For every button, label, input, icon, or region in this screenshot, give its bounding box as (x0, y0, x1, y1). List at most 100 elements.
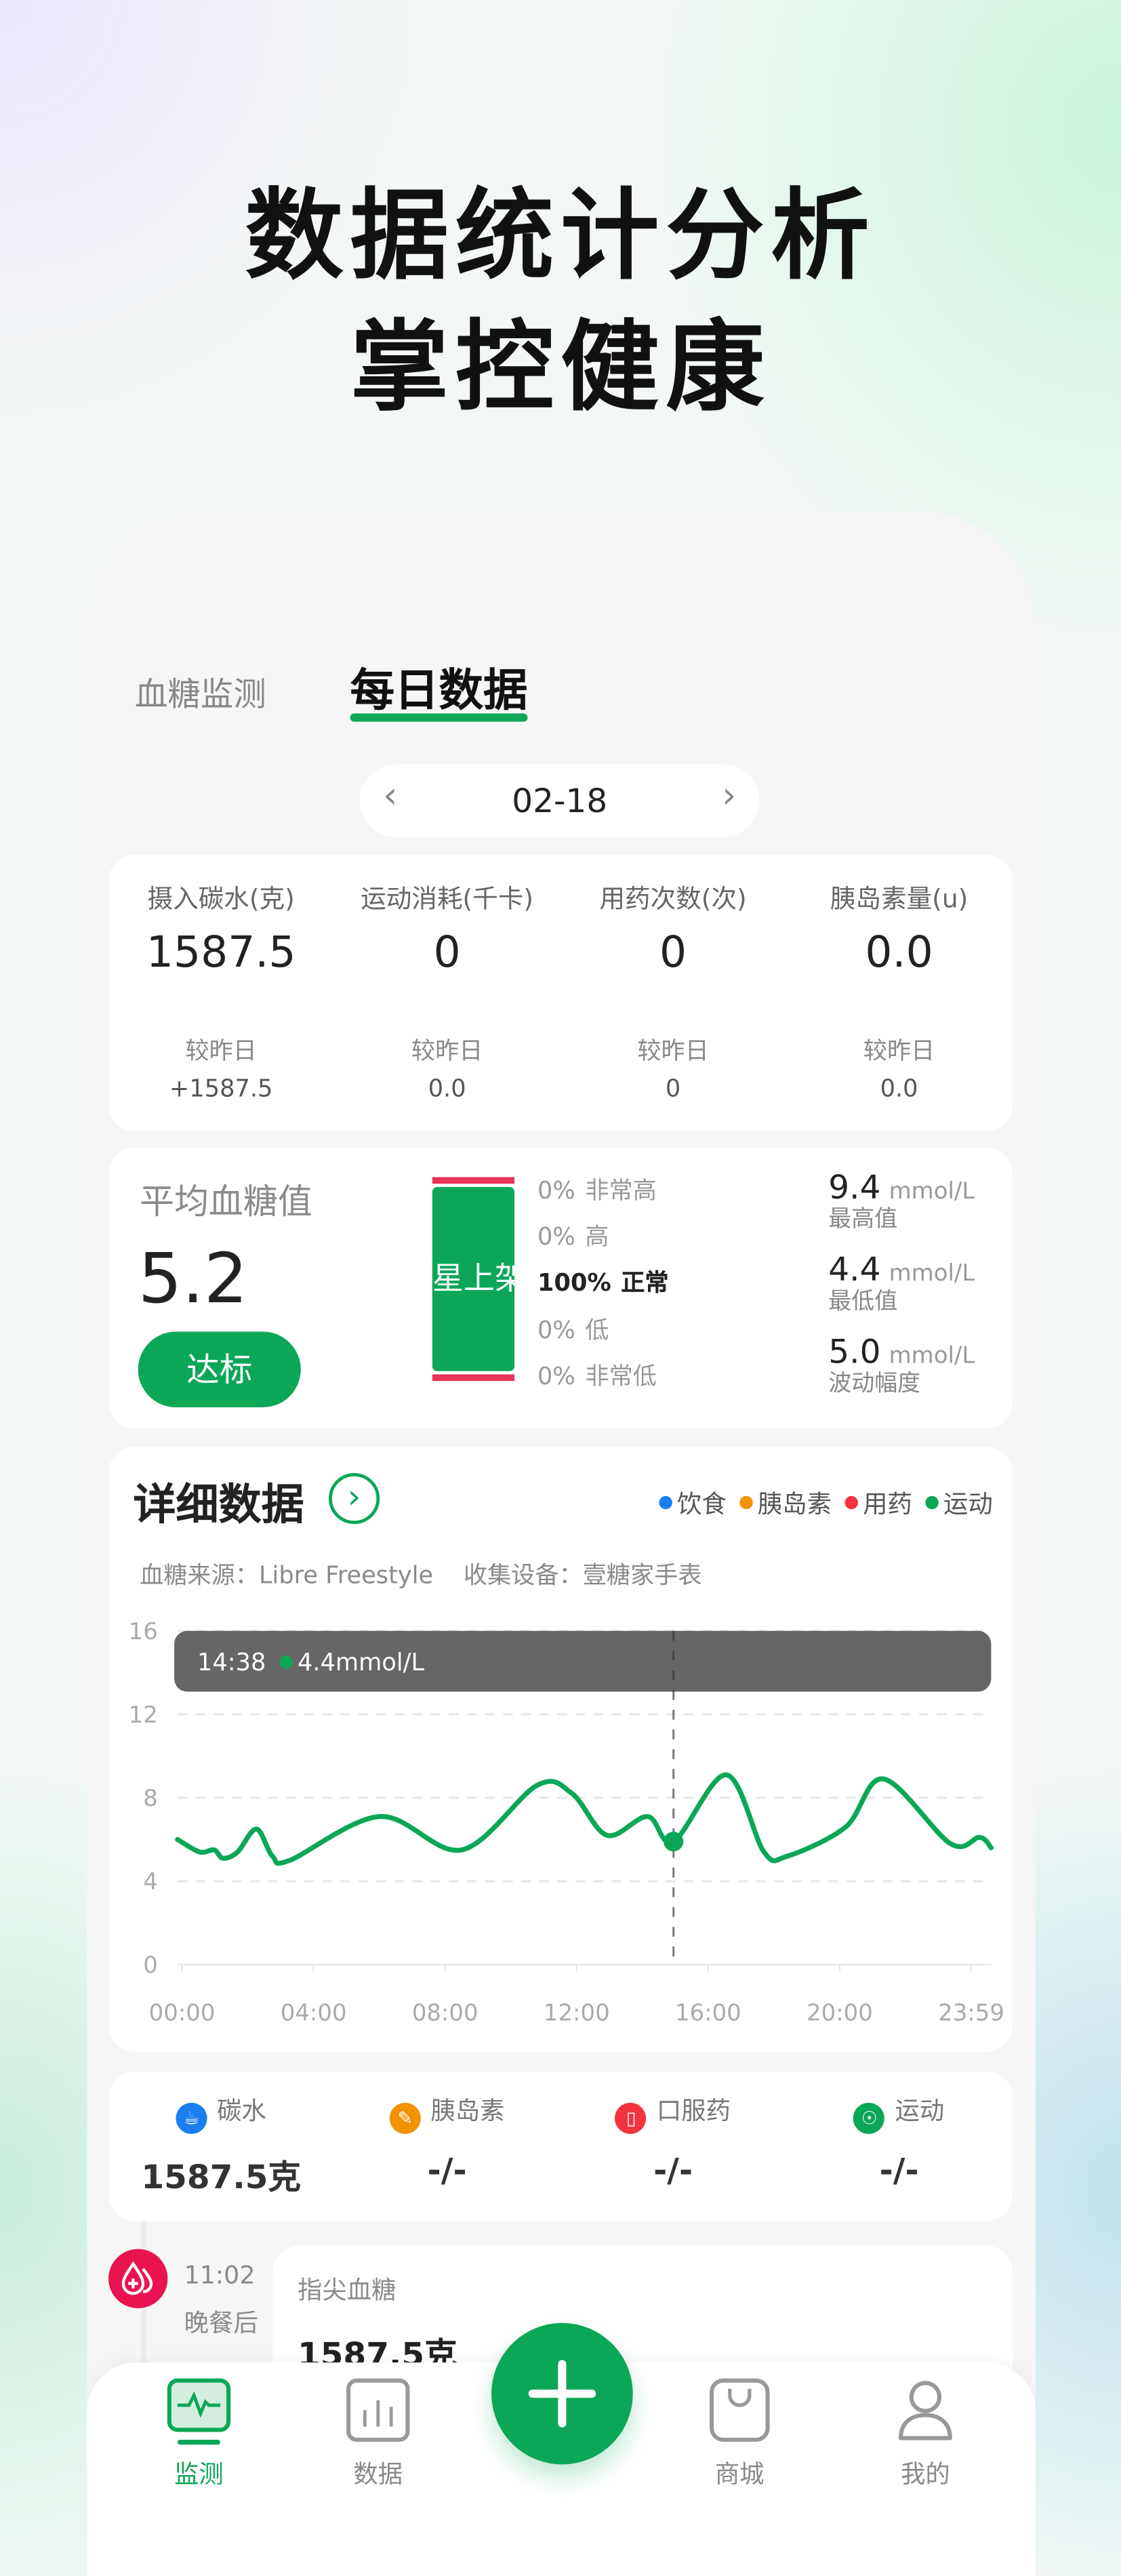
nav-data[interactable]: 数据 (312, 2362, 444, 2491)
tooltip-dot (279, 1655, 293, 1669)
summary-value: -/- (653, 2150, 693, 2190)
tooltip-time: 14:38 (197, 1649, 266, 1676)
phone-screen: 血糖监测 每日数据 ‹ 02-18 › 摄入碳水(克) 1587.5 较昨日 +158… (87, 511, 1036, 2576)
summary-header: ✎ 胰岛素 (335, 2093, 560, 2134)
nav-label: 我的 (900, 2459, 950, 2489)
compare-label: 较昨日 (185, 1039, 257, 1066)
selected-point[interactable] (664, 1832, 684, 1852)
tab-glucose-monitor[interactable]: 血糖监测 (135, 668, 266, 715)
summary-card: ☕ 碳水 1587.5克 ✎ 胰岛素 -/- ▯ 口服药 -/- ☉ 运动 -/- (108, 2071, 1013, 2221)
nav-label: 监测 (174, 2459, 224, 2489)
blood-drop-icon (108, 2249, 168, 2308)
syringe-icon: ✎ (389, 2102, 421, 2134)
summary-item[interactable]: ☉ 运动 -/- (786, 2072, 1011, 2221)
compare-label: 较昨日 (411, 1039, 483, 1066)
stat-label: 摄入碳水(克) (147, 884, 295, 914)
tooltip-value: 4.4mmol/L (298, 1649, 425, 1676)
range-percent: 0% (537, 1364, 575, 1391)
summary-value: -/- (879, 2150, 919, 2190)
tooltip (174, 1630, 992, 1692)
summary-value: -/- (427, 2150, 467, 2190)
glucose-line-chart[interactable]: 0 4 8 12 16 00:00 04:00 08:00 12:00 16:00 20:00 23:… (108, 1447, 1013, 2051)
summary-item[interactable]: ▯ 口服药 -/- (560, 2072, 786, 2221)
date-picker: ‹ 02-18 › (360, 764, 760, 837)
summary-item[interactable]: ✎ 胰岛素 -/- (335, 2072, 560, 2221)
compare-value: +1587.5 (169, 1076, 273, 1104)
range-label: 非常高 (585, 1178, 657, 1205)
headline-line2: 掌控健康 (350, 310, 771, 426)
range-bar: 星上架 (432, 1177, 515, 1382)
metric-label: 波动幅度 (828, 1371, 921, 1398)
range-label: 高 (585, 1224, 609, 1251)
range-percent: 0% (537, 1178, 575, 1205)
summary-label: 运动 (895, 2096, 945, 2126)
nav-monitor[interactable]: 监测 (133, 2362, 264, 2491)
metric-value: 5.0 (828, 1331, 881, 1371)
range-row: 0% 非常低 (537, 1358, 657, 1392)
x-tick-label: 20:00 (807, 2000, 873, 2027)
plus-icon (528, 2360, 596, 2428)
compare-value: 0 (665, 1076, 681, 1104)
range-label: 正常 (621, 1270, 669, 1297)
stat-label: 运动消耗(千卡) (361, 884, 534, 914)
y-tick-label: 16 (129, 1618, 158, 1645)
summary-label: 胰岛素 (430, 2096, 505, 2126)
summary-header: ▯ 口服药 (560, 2093, 786, 2134)
user-icon (898, 2381, 952, 2440)
average-title: 平均血糖值 (140, 1182, 312, 1222)
tab-daily-data[interactable]: 每日数据 (350, 654, 528, 722)
nav-label: 商城 (714, 2459, 765, 2489)
range-row: 0% 非常高 (537, 1172, 657, 1207)
range-percent: 100% (537, 1270, 611, 1297)
stat-value: 1587.5 (146, 929, 296, 978)
tab-underline (350, 713, 528, 722)
nav-shop[interactable]: 商城 (674, 2362, 805, 2491)
average-value: 5.2 (138, 1238, 248, 1319)
summary-label: 碳水 (217, 2096, 266, 2126)
record-period: 晚餐后 (184, 2308, 258, 2338)
summary-header: ☕ 碳水 (108, 2093, 333, 2134)
range-label: 非常低 (585, 1364, 657, 1391)
compare-label: 较昨日 (637, 1039, 709, 1066)
date-value[interactable]: 02-18 (360, 781, 759, 820)
range-label: 低 (585, 1319, 609, 1345)
y-tick-label: 8 (143, 1785, 158, 1812)
compare-value: 0.0 (880, 1076, 918, 1104)
add-record-button[interactable] (491, 2322, 633, 2465)
chevron-right-icon[interactable]: › (722, 776, 736, 818)
summary-label: 口服药 (656, 2096, 731, 2126)
carb-icon: ☕ (176, 2102, 207, 2134)
range-percent: 0% (537, 1224, 575, 1251)
x-tick-label: 08:00 (412, 2000, 478, 2027)
stat-label: 用药次数(次) (599, 884, 747, 914)
metric: 9.4 mmol/L 最高值 (828, 1167, 975, 1234)
average-glucose-card: 平均血糖值 5.2 达标 星上架 0%非常高0%高100%正常0%低0%非常低 … (108, 1147, 1013, 1429)
y-tick-label: 12 (129, 1702, 158, 1729)
stat-value: 0.0 (865, 929, 933, 978)
daily-stats-card: 摄入碳水(克) 1587.5 较昨日 +1587.5 运动消耗(千卡) 0 较昨日 0.0 用药… (108, 855, 1013, 1131)
y-tick-label: 4 (143, 1868, 158, 1895)
summary-item[interactable]: ☕ 碳水 1587.5克 (108, 2072, 333, 2221)
headline-line1: 数据统计分析 (245, 179, 876, 295)
stat-label: 胰岛素量(u) (830, 884, 969, 914)
detail-data-card: 详细数据 › 饮食 胰岛素 用药 运动 血糖来源：Libre Freestyle 收集… (108, 1447, 1013, 2052)
range-row: 100% 正常 (537, 1264, 669, 1299)
range-row: 0% 高 (537, 1218, 609, 1253)
metric-label: 最低值 (828, 1289, 898, 1316)
metric-unit: mmol/L (889, 1178, 975, 1205)
shopping-bag-icon (710, 2378, 770, 2442)
stat-value: 0 (659, 929, 687, 978)
monitor-icon (167, 2378, 231, 2445)
compare-value: 0.0 (428, 1076, 466, 1104)
record-type: 指尖血糖 (297, 2275, 396, 2306)
bar-chart-icon (346, 2378, 410, 2442)
nav-label: 数据 (353, 2459, 403, 2489)
x-tick-label: 12:00 (544, 2000, 610, 2027)
metric-value: 9.4 (828, 1167, 881, 1207)
x-tick-label: 04:00 (281, 2000, 347, 2027)
summary-value: 1587.5克 (141, 2156, 302, 2197)
y-tick-label: 0 (143, 1952, 158, 1979)
range-row: 0% 低 (537, 1312, 609, 1346)
nav-profile[interactable]: 我的 (859, 2362, 991, 2491)
compare-label: 较昨日 (863, 1039, 935, 1066)
